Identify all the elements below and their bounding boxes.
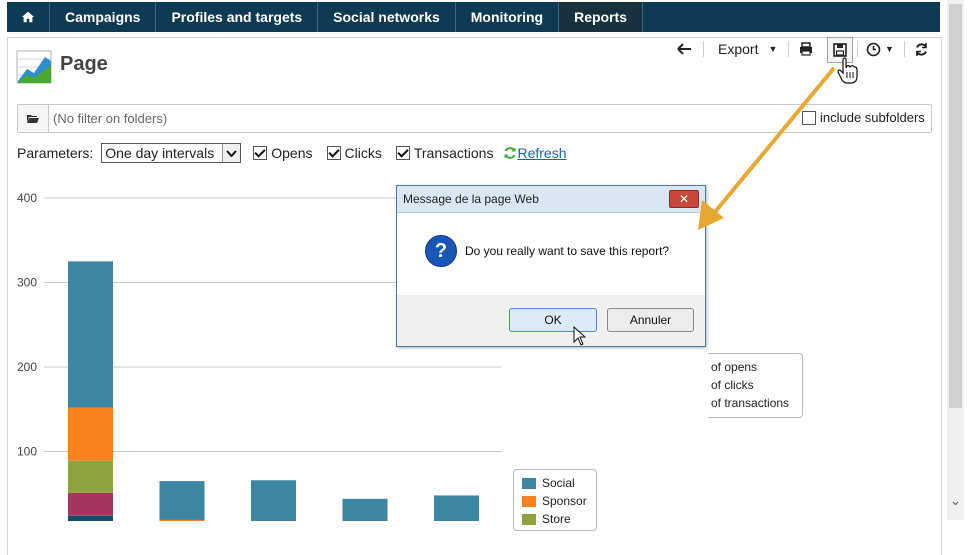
toolbar-separator <box>703 41 704 57</box>
legend-label: Store <box>542 512 571 526</box>
export-label: Export <box>718 41 759 57</box>
legend-swatch <box>522 513 536 525</box>
legend-item-transactions: of transactions <box>711 396 790 410</box>
question-icon: ? <box>425 235 457 267</box>
folder-filter-input[interactable]: (No filter on folders) <box>53 111 167 126</box>
folder-open-icon <box>27 115 39 123</box>
legend-swatch <box>522 495 536 507</box>
legend-item-clicks: of clicks <box>711 378 754 392</box>
nav-campaigns[interactable]: Campaigns <box>50 2 157 32</box>
scroll-down-icon[interactable]: ⌄ <box>949 492 962 508</box>
y-tick-label: 100 <box>17 445 37 459</box>
transactions-checkbox[interactable]: Transactions <box>395 145 494 161</box>
legend-swatch <box>522 477 536 489</box>
refresh-label: Refresh <box>517 145 567 161</box>
back-arrow-icon <box>677 43 691 55</box>
bar-segment <box>68 460 113 493</box>
print-button[interactable] <box>799 39 813 59</box>
bar-segment <box>68 515 113 521</box>
reload-button[interactable] <box>914 39 929 59</box>
refresh-link[interactable]: Refresh <box>503 145 567 161</box>
legend-label: Sponsor <box>542 494 587 508</box>
nav-profiles-and-targets[interactable]: Profiles and targets <box>156 2 319 32</box>
vertical-scrollbar[interactable]: ⌄ <box>947 0 964 520</box>
bar-segment <box>68 492 113 516</box>
clicks-label: Clicks <box>344 145 382 161</box>
annotation-arrow-icon <box>698 66 836 230</box>
nav-monitoring[interactable]: Monitoring <box>456 2 560 32</box>
refresh-icon <box>504 147 516 159</box>
close-icon: ✕ <box>678 192 690 206</box>
confirm-dialog: Message de la page Web ✕ ? Do you really… <box>396 185 706 347</box>
chart-legend: Social Sponsor Store <box>513 469 597 531</box>
scrollbar-thumb[interactable] <box>949 4 962 408</box>
chevron-down-icon: ▼ <box>885 44 894 54</box>
cancel-button[interactable]: Annuler <box>607 308 694 332</box>
legend-item-sponsor: Sponsor <box>522 494 587 508</box>
bar-segment <box>251 480 296 521</box>
export-button[interactable]: Export ▼ <box>718 39 777 59</box>
nav-reports[interactable]: Reports <box>559 2 643 32</box>
toolbar-separator <box>857 41 858 57</box>
checkbox-box[interactable] <box>326 146 341 160</box>
bar-segment <box>68 261 113 408</box>
checkbox-box[interactable] <box>253 146 268 160</box>
bar-segment <box>342 498 388 521</box>
legend-item-store: Store <box>522 512 571 526</box>
transactions-label: Transactions <box>413 145 494 161</box>
bar-segment <box>159 481 205 520</box>
pointer-cursor-icon <box>573 326 587 346</box>
y-tick-label: 400 <box>17 191 37 205</box>
clock-icon <box>866 42 881 56</box>
dialog-body: ? Do you really want to save this report… <box>397 213 705 295</box>
checkbox-box[interactable] <box>395 146 410 160</box>
legend-item-social: Social <box>522 476 575 490</box>
print-icon <box>800 42 812 56</box>
toolbar-separator <box>904 41 905 57</box>
opens-checkbox[interactable]: Opens <box>253 145 313 161</box>
history-button[interactable]: ▼ <box>866 39 894 59</box>
back-button[interactable] <box>675 39 693 59</box>
bar-segment <box>68 407 113 461</box>
home-icon <box>21 11 35 23</box>
legend-label: Social <box>542 476 575 490</box>
interval-select-value: One day intervals <box>105 145 215 161</box>
metrics-legend: of opens of clicks of transactions <box>708 353 803 418</box>
save-icon <box>833 43 847 57</box>
y-tick-label: 200 <box>17 360 37 374</box>
nav-home[interactable] <box>7 2 50 32</box>
dialog-title: Message de la page Web <box>403 192 539 206</box>
chevron-down-icon: ▼ <box>768 44 778 54</box>
clicks-checkbox[interactable]: Clicks <box>326 145 382 161</box>
legend-item-opens: of opens <box>711 360 758 374</box>
parameters-label: Parameters: <box>17 145 94 161</box>
page-title: Page <box>60 53 108 75</box>
report-chart-icon <box>16 50 52 84</box>
folder-button[interactable] <box>18 105 49 132</box>
opens-label: Opens <box>271 145 313 161</box>
toolbar-separator <box>788 41 789 57</box>
interval-select[interactable]: One day intervals <box>101 143 242 163</box>
dialog-titlebar: Message de la page Web ✕ <box>397 186 705 213</box>
dialog-message: Do you really want to save this report? <box>465 244 670 258</box>
bar-segment <box>434 495 479 521</box>
y-tick-label: 300 <box>17 276 37 290</box>
parameters-row: Parameters: One day intervals Opens Clic… <box>17 143 567 163</box>
nav-social-networks[interactable]: Social networks <box>318 2 456 32</box>
bar-segment <box>159 519 205 521</box>
chevron-down-icon <box>222 144 241 162</box>
top-nav: Campaigns Profiles and targets Social ne… <box>7 2 940 32</box>
reload-icon <box>916 42 927 56</box>
